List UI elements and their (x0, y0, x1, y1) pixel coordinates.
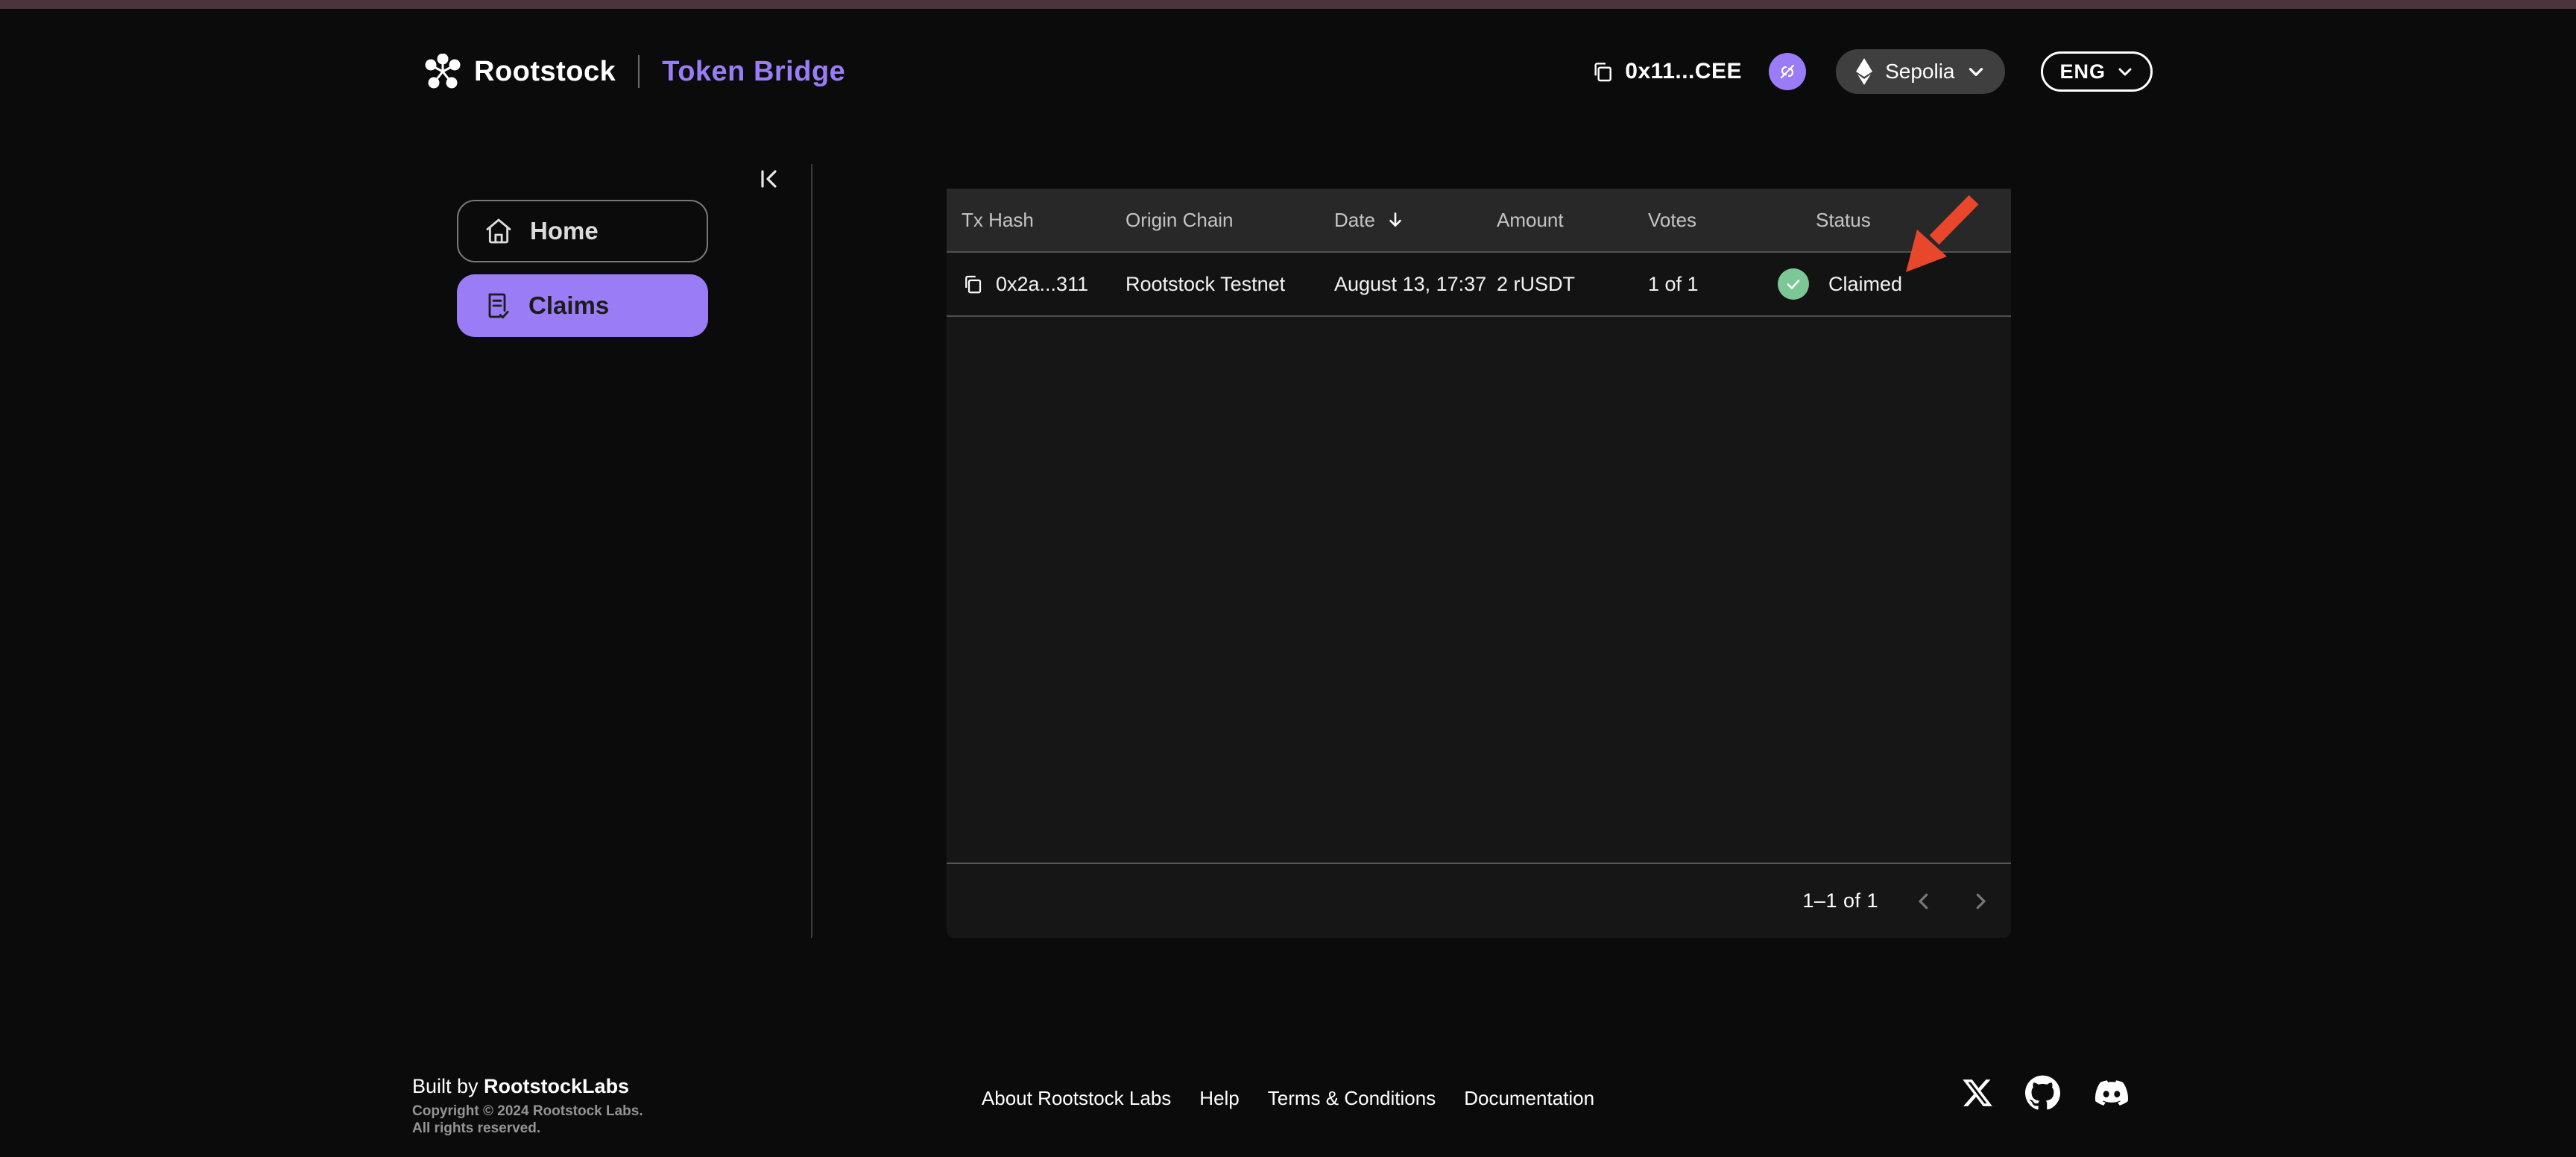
language-selector[interactable]: ENG (2041, 51, 2153, 92)
disconnect-wallet-button[interactable] (1769, 53, 1807, 90)
pagination-range-label: 1–1 of 1 (1802, 889, 1878, 912)
chevron-right-icon (1969, 890, 1992, 912)
copyright-line2: All rights reserved. (412, 1120, 541, 1136)
table-pagination: 1–1 of 1 (947, 863, 2011, 938)
sidebar-nav: Home Claims (457, 200, 708, 337)
copyright: Copyright © 2024 Rootstock Labs. All rig… (412, 1103, 643, 1137)
footer-link-terms[interactable]: Terms & Conditions (1268, 1087, 1436, 1110)
claims-document-icon (482, 291, 512, 321)
discord-icon[interactable] (2092, 1076, 2132, 1109)
home-icon (484, 216, 514, 246)
date-cell: August 13, 17:37 (1334, 272, 1487, 295)
status-badge: Claimed (1828, 272, 1903, 295)
built-by-text: Built by (412, 1075, 484, 1097)
sidebar-item-claims[interactable]: Claims (457, 274, 708, 337)
footer-links: About Rootstock Labs Help Terms & Condit… (982, 1087, 1594, 1110)
footer-link-about[interactable]: About Rootstock Labs (982, 1087, 1171, 1110)
column-header-votes: Votes (1648, 208, 1697, 231)
status-cell: Claimed (1778, 268, 2011, 300)
column-header-origin-chain: Origin Chain (1126, 208, 1234, 231)
chevron-down-icon (2116, 63, 2134, 81)
broken-link-icon (1776, 60, 1799, 83)
brand: Rootstock Token Bridge (425, 54, 845, 89)
sidebar-collapse-button[interactable] (756, 165, 783, 192)
chevron-left-icon (1913, 890, 1935, 912)
tx-hash-value: 0x2a...311 (996, 272, 1089, 295)
collapse-panel-icon (756, 165, 783, 192)
amount-cell: 2 rUSDT (1497, 272, 1576, 295)
x-icon[interactable] (1961, 1076, 1994, 1109)
column-header-date-label: Date (1334, 208, 1375, 231)
github-icon[interactable] (2025, 1075, 2060, 1110)
copy-icon[interactable] (1591, 60, 1614, 83)
language-label: ENG (2059, 60, 2106, 83)
column-header-date[interactable]: Date (1334, 209, 1497, 232)
column-header-amount: Amount (1497, 208, 1564, 231)
footer-credits: Built by RootstockLabs Copyright © 2024 … (412, 1075, 643, 1137)
pagination-prev-button[interactable] (1913, 890, 1935, 912)
built-by-brand: RootstockLabs (484, 1075, 630, 1097)
table-header-row: Tx Hash Origin Chain Date Amount Votes S… (947, 189, 2011, 251)
tx-hash-cell: 0x2a...311 (962, 273, 1126, 296)
rootstock-logo-icon (425, 54, 461, 89)
sidebar-item-label: Home (530, 217, 599, 245)
brand-name: Rootstock (474, 55, 616, 87)
wallet-address-button[interactable]: 0x11...CEE (1591, 59, 1742, 84)
built-by-line: Built by RootstockLabs (412, 1075, 643, 1098)
sort-desc-arrow-icon[interactable] (1386, 210, 1405, 230)
app-root: Rootstock Token Bridge 0x11...CEE Sepoli… (0, 0, 2576, 1157)
footer-link-documentation[interactable]: Documentation (1464, 1087, 1594, 1110)
top-header: Rootstock Token Bridge 0x11...CEE Sepoli… (425, 36, 2153, 107)
footer-social (1961, 1075, 2132, 1110)
window-top-strip (0, 0, 2576, 9)
ethereum-icon (1855, 57, 1873, 86)
footer-link-help[interactable]: Help (1199, 1087, 1239, 1110)
column-header-status: Status (1816, 208, 1871, 231)
wallet-address[interactable]: 0x11...CEE (1625, 59, 1742, 84)
claims-table: Tx Hash Origin Chain Date Amount Votes S… (947, 189, 2011, 938)
sidebar-item-label: Claims (528, 291, 610, 319)
pagination-next-button[interactable] (1969, 890, 1992, 912)
sidebar-item-home[interactable]: Home (457, 200, 708, 262)
network-label: Sepolia (1885, 60, 1955, 83)
chevron-down-icon (1966, 62, 1986, 81)
network-selector[interactable]: Sepolia (1836, 49, 2006, 94)
table-row: 0x2a...311 Rootstock Testnet August 13, … (947, 251, 2011, 317)
product-name: Token Bridge (662, 55, 846, 87)
sidebar-divider (811, 164, 812, 938)
origin-chain-cell: Rootstock Testnet (1126, 272, 1286, 295)
brand-divider (638, 55, 640, 88)
header-actions: 0x11...CEE Sepolia ENG (1591, 49, 2153, 94)
votes-cell: 1 of 1 (1648, 272, 1699, 295)
copyright-line1: Copyright © 2024 Rootstock Labs. (412, 1103, 643, 1119)
check-circle-icon (1778, 268, 1809, 300)
copy-icon[interactable] (962, 273, 984, 295)
column-header-tx-hash: Tx Hash (962, 208, 1034, 231)
